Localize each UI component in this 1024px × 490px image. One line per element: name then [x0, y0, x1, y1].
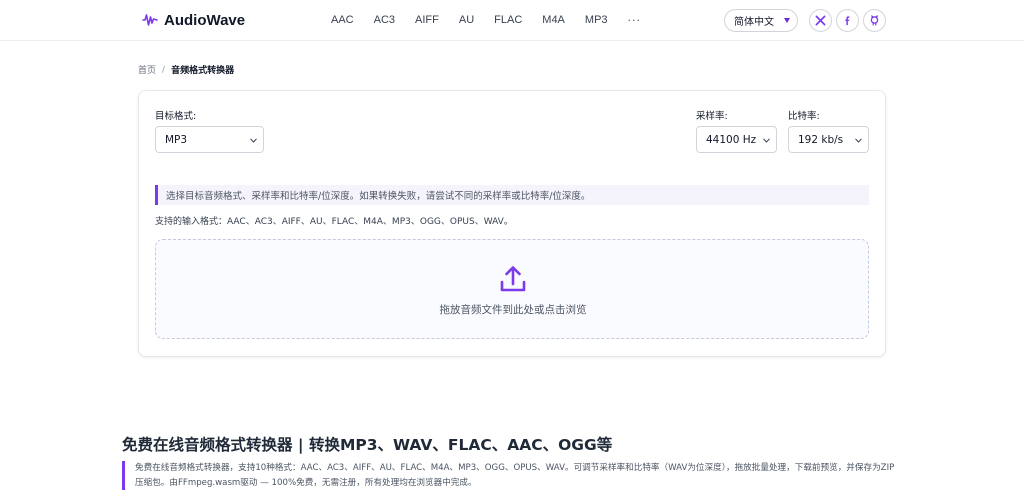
supported-formats-text: 支持的输入格式：AAC、AC3、AIFF、AU、FLAC、M4A、MP3、OGG…: [155, 217, 513, 227]
file-dropzone[interactable]: 拖放音频文件到此处或点击浏览: [155, 239, 869, 339]
github-icon: [870, 15, 879, 26]
nav-item-mp3[interactable]: MP3: [585, 14, 608, 26]
github-button[interactable]: [863, 9, 886, 32]
waveform-icon: [142, 14, 158, 26]
breadcrumb-current: 音频格式转换器: [171, 66, 235, 76]
chevron-down-icon: [250, 138, 257, 143]
language-select[interactable]: 简体中文: [724, 9, 798, 32]
nav-more-button[interactable]: ···: [628, 14, 642, 27]
nav-item-aac[interactable]: AAC: [331, 14, 354, 26]
page-description: 免费在线音频格式转换器，支持10种格式：AAC、AC3、AIFF、AU、FLAC…: [122, 461, 902, 490]
logo-text: AudioWave: [164, 11, 246, 29]
page-heading: 免费在线音频格式转换器 | 转换MP3、WAV、FLAC、AAC、OGG等: [122, 436, 613, 454]
chevron-down-icon: [784, 18, 790, 23]
chevron-down-icon: [763, 138, 770, 143]
upload-icon: [500, 266, 526, 292]
info-note-text: 选择目标音频格式、采样率和比特率/位深度。如果转换失败，请尝试不同的采样率或比特…: [166, 191, 591, 202]
facebook-icon: [845, 16, 850, 26]
breadcrumb: 首页 / 音频格式转换器: [138, 63, 235, 77]
sample-rate-label: 采样率:: [696, 111, 728, 122]
target-format-select[interactable]: MP3: [155, 126, 264, 153]
sample-rate-select[interactable]: 44100 Hz: [696, 126, 777, 153]
logo[interactable]: AudioWave: [142, 9, 245, 31]
nav-item-flac[interactable]: FLAC: [494, 14, 522, 26]
facebook-button[interactable]: [836, 9, 859, 32]
format-nav: AAC AC3 AIFF AU FLAC M4A MP3 ···: [331, 12, 641, 28]
chevron-down-icon: [855, 138, 862, 143]
sample-rate-value: 44100 Hz: [706, 133, 757, 146]
bitrate-value: 192 kb/s: [798, 133, 844, 146]
x-button[interactable]: [809, 9, 832, 32]
nav-item-au[interactable]: AU: [459, 14, 474, 26]
language-value: 简体中文: [734, 17, 774, 28]
top-header: AudioWave AAC AC3 AIFF AU FLAC M4A MP3 ·…: [0, 0, 1024, 41]
target-format-label: 目标格式:: [155, 111, 197, 122]
x-icon: [815, 15, 826, 26]
breadcrumb-home[interactable]: 首页: [138, 63, 156, 76]
dropzone-text: 拖放音频文件到此处或点击浏览: [439, 304, 587, 316]
nav-item-ac3[interactable]: AC3: [374, 14, 395, 26]
nav-item-m4a[interactable]: M4A: [542, 14, 565, 26]
target-format-value: MP3: [165, 133, 188, 146]
bitrate-select[interactable]: 192 kb/s: [788, 126, 869, 153]
breadcrumb-separator: /: [162, 64, 166, 75]
bitrate-label: 比特率:: [788, 111, 820, 122]
converter-card: 目标格式: MP3 采样率: 44100 Hz 比特率: 192 kb/s 选择…: [138, 90, 886, 357]
nav-item-aiff[interactable]: AIFF: [415, 14, 439, 26]
info-note: 选择目标音频格式、采样率和比特率/位深度。如果转换失败，请尝试不同的采样率或比特…: [155, 185, 869, 205]
